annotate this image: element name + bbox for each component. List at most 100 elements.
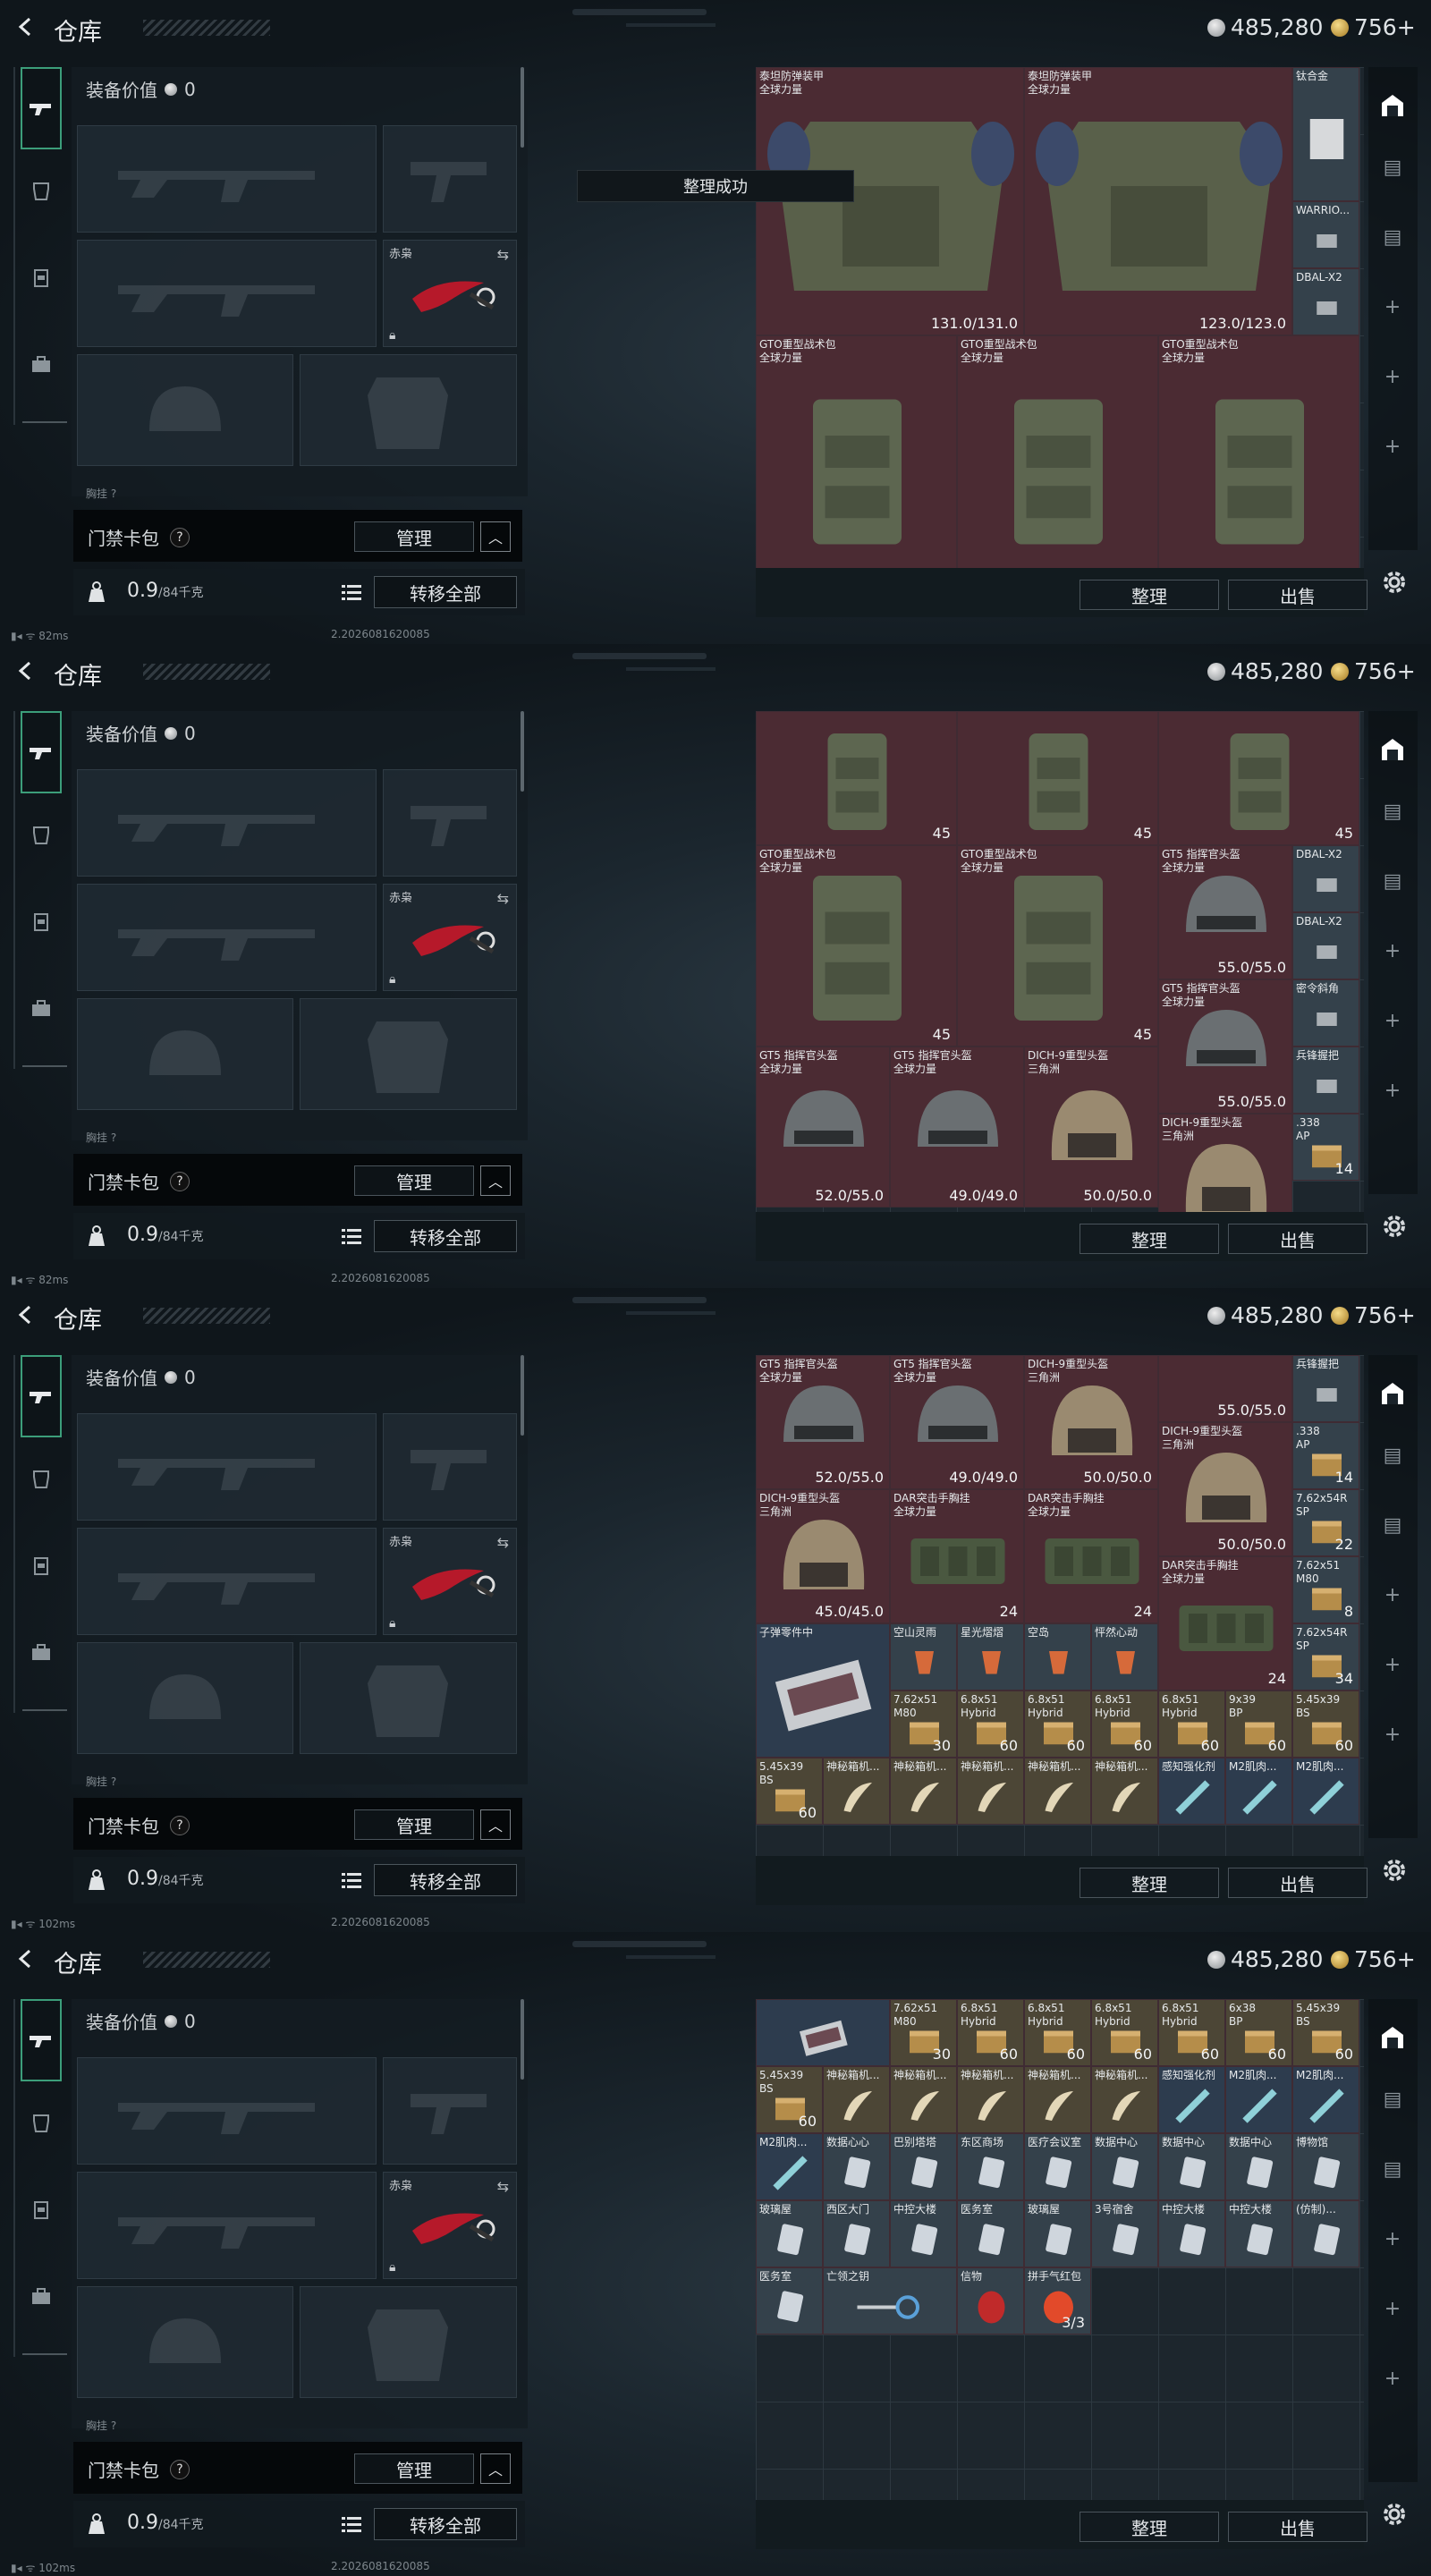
list-icon[interactable] [342,2515,361,2533]
storage-item[interactable]: DICH-9重型头盔 三角洲 [1158,1114,1292,1212]
storage-item[interactable]: 神秘箱机... [1091,1758,1158,1825]
storage-item[interactable]: 7.62x51 M80 8 [1292,1556,1359,1623]
storage-item[interactable]: M2肌肉... [1292,2066,1359,2133]
body-armor-slot[interactable] [300,998,517,1110]
storage-item[interactable]: 中控大楼 [1225,2200,1292,2267]
add-icon[interactable]: + [1379,1584,1406,1611]
transfer-all-button[interactable]: 转移全部 [374,2508,517,2540]
storage-item[interactable]: .338 AP 14 [1292,1422,1359,1489]
inventory-tab-icon[interactable]: ▤ [1379,1514,1406,1541]
gear-icon[interactable] [1380,1856,1409,1885]
storage-item[interactable]: 7.62x54R SP 34 [1292,1623,1359,1690]
storage-item[interactable]: 信物 [957,2267,1024,2334]
storage-item[interactable]: GTO重型战术包 全球力量45 [756,335,957,568]
warehouse-icon[interactable] [1379,92,1406,119]
storage-item[interactable]: 兵锋握把 [1292,1046,1359,1114]
body-armor-slot[interactable] [300,354,517,466]
gold-currency[interactable]: 756+ [1331,1302,1416,1328]
storage-item[interactable]: DICH-9重型头盔 三角洲 45.0/45.0 [756,1489,890,1623]
storage-item[interactable]: 神秘箱机... [823,1758,890,1825]
helmet-slot[interactable] [77,2286,293,2398]
inventory-tab-icon[interactable]: ▤ [1379,801,1406,827]
storage-item[interactable]: DAR突击手胸挂 全球力量 24 [1158,1556,1292,1690]
nav-armor[interactable] [22,2105,60,2142]
manage-button[interactable]: 管理 [354,521,474,552]
add-icon[interactable]: + [1379,1080,1406,1106]
add-icon[interactable]: + [1379,1654,1406,1681]
storage-item[interactable]: 星光熠熠 [957,1623,1024,1690]
help-icon[interactable]: ? [170,1815,190,1835]
add-icon[interactable]: + [1379,2368,1406,2394]
swap-icon[interactable]: ⇆ [497,2178,509,2195]
gear-icon[interactable] [1380,568,1409,597]
help-icon[interactable]: ? [170,1171,190,1191]
storage-item[interactable]: 西区大门 [823,2200,890,2267]
storage-item[interactable]: 空岛 [1024,1623,1091,1690]
storage-item[interactable]: DICH-9重型头盔 三角洲 50.0/50.0 [1024,1355,1158,1489]
storage-item[interactable]: DBAL-X2 [1292,845,1359,912]
storage-item[interactable]: 泰坦防弹装甲 全球力量 123.0/123.0 [1024,67,1292,335]
helmet-slot[interactable] [77,1642,293,1754]
pistol-slot[interactable] [383,2057,517,2165]
chevron-up-icon[interactable]: ︿ [480,1165,511,1196]
sort-button[interactable]: 整理 [1080,2512,1219,2542]
storage-grid[interactable]: 7.62x51 M80 30 6.8x51 Hybrid 60 6.8x51 Hybri… [756,1999,1364,2500]
storage-item[interactable]: GTO重型战术包 全球力量45 [756,845,957,1046]
helmet-slot[interactable] [77,998,293,1110]
help-icon[interactable]: ? [170,2459,190,2479]
sell-button[interactable]: 出售 [1228,580,1367,610]
storage-item[interactable]: M2肌肉... [1292,1758,1359,1825]
list-icon[interactable] [342,1871,361,1889]
gear-icon[interactable] [1380,2500,1409,2529]
storage-item[interactable]: 神秘箱机... [1024,2066,1091,2133]
inventory-tab-icon[interactable]: ▤ [1379,2158,1406,2185]
storage-item[interactable]: 6.8x51 Hybrid 60 [1158,1690,1225,1758]
nav-backpack[interactable] [22,1634,60,1672]
equipment-scrollbar[interactable] [521,67,524,148]
pistol-slot[interactable] [383,1413,517,1521]
swap-icon[interactable]: ⇆ [497,246,509,263]
storage-item[interactable]: 中控大楼 [1158,2200,1225,2267]
storage-item[interactable]: 9x39 BP 60 [1225,1690,1292,1758]
transfer-all-button[interactable]: 转移全部 [374,1220,517,1252]
storage-item[interactable]: 数据中心 [1225,2133,1292,2200]
nav-armor[interactable] [22,173,60,210]
nav-backpack[interactable] [22,346,60,384]
manage-button[interactable]: 管理 [354,1809,474,1840]
storage-item[interactable]: M2肌肉... [756,2133,823,2200]
storage-item[interactable]: 7.62x51 M80 30 [890,1999,957,2066]
nav-weapons[interactable] [21,67,62,149]
storage-item[interactable]: 神秘箱机... [957,1758,1024,1825]
warehouse-icon[interactable] [1379,1380,1406,1407]
transfer-all-button[interactable]: 转移全部 [374,576,517,608]
secondary-weapon-slot[interactable] [77,240,377,347]
storage-grid[interactable]: GT5 指挥官头盔 全球力量 52.0/55.0 GT5 指挥官头盔 全球力量 49.… [756,1355,1364,1856]
add-icon[interactable]: + [1379,296,1406,323]
chevron-up-icon[interactable]: ︿ [480,2453,511,2484]
gold-currency[interactable]: 756+ [1331,14,1416,40]
secondary-weapon-slot[interactable] [77,2172,377,2279]
storage-item[interactable] [756,1999,890,2066]
storage-item[interactable]: M2肌肉... [1225,1758,1292,1825]
storage-item[interactable]: .338 AP 14 [1292,1114,1359,1181]
storage-item[interactable]: 拼手气红包 3/3 [1024,2267,1091,2334]
storage-item[interactable]: 6.8x51 Hybrid 60 [1091,1690,1158,1758]
gold-currency[interactable]: 756+ [1331,658,1416,684]
back-arrow-icon[interactable] [13,14,38,39]
inventory-tab-icon[interactable]: ▤ [1379,1445,1406,1471]
storage-item[interactable]: 7.62x51 M80 30 [890,1690,957,1758]
inventory-tab-icon[interactable]: ▤ [1379,226,1406,253]
add-icon[interactable]: + [1379,366,1406,393]
storage-item[interactable]: GT5 指挥官头盔 全球力量 52.0/55.0 [756,1355,890,1489]
list-icon[interactable] [342,1227,361,1245]
nav-armor[interactable] [22,817,60,854]
back-arrow-icon[interactable] [13,658,38,683]
melee-slot[interactable]: 赤枭 ⇆ 🔒︎ [383,240,517,347]
warehouse-icon[interactable] [1379,736,1406,763]
nav-armor[interactable] [22,1461,60,1498]
storage-item[interactable]: 神秘箱机... [1024,1758,1091,1825]
storage-item[interactable]: DBAL-X2 [1292,912,1359,979]
secondary-weapon-slot[interactable] [77,884,377,991]
storage-item[interactable]: 感知强化剂 [1158,2066,1225,2133]
body-armor-slot[interactable] [300,1642,517,1754]
